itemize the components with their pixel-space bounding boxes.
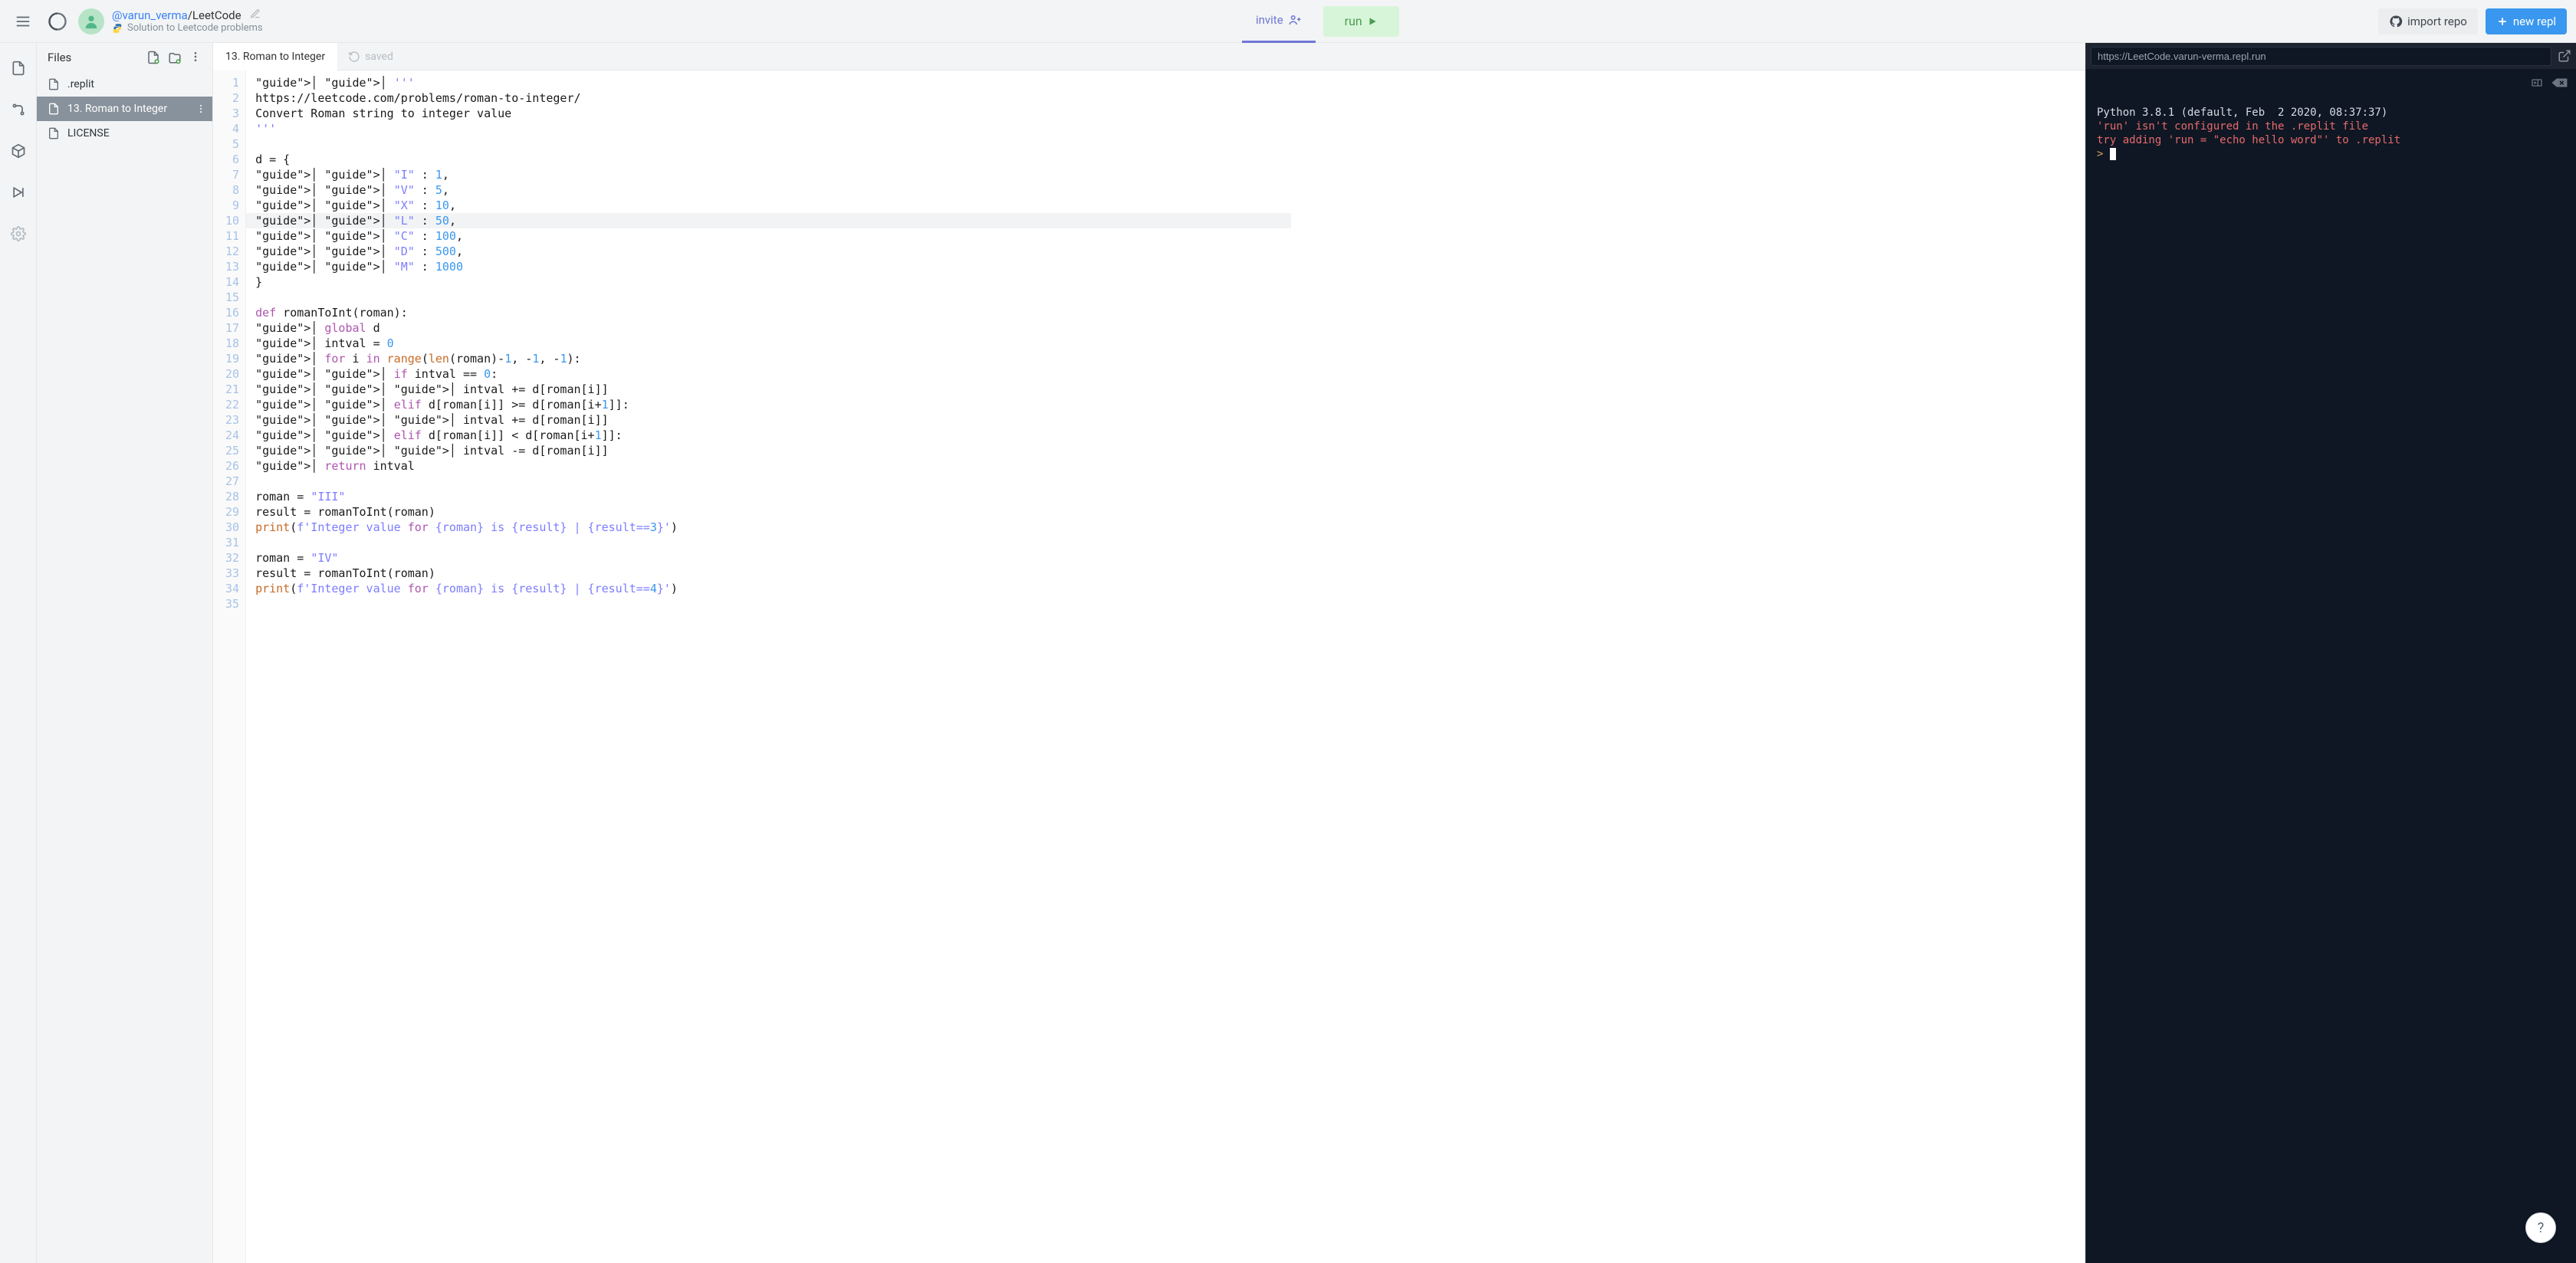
packages-icon[interactable] [7, 139, 30, 162]
console-open-icon[interactable] [2530, 77, 2544, 89]
open-external-icon[interactable] [2558, 49, 2571, 63]
console-clear-icon[interactable] [2551, 77, 2568, 89]
settings-icon[interactable] [7, 222, 30, 245]
file-icon [48, 103, 60, 115]
replit-logo[interactable] [44, 8, 71, 34]
plus-icon [2496, 15, 2509, 28]
left-rail [0, 43, 37, 1263]
debugger-icon[interactable] [7, 181, 30, 204]
console-url-bar [2086, 43, 2576, 69]
project-name: LeetCode [192, 8, 242, 22]
file-list: .replit 13. Roman to Integer LICENSE [37, 72, 212, 1263]
new-file-icon[interactable] [146, 51, 160, 64]
help-button[interactable]: ? [2525, 1212, 2556, 1243]
import-repo-button[interactable]: import repo [2378, 8, 2478, 34]
files-title: Files [48, 51, 71, 64]
file-item-roman[interactable]: 13. Roman to Integer [37, 97, 212, 121]
header: @varun_verma/LeetCode Solution to Leetco… [0, 0, 2576, 43]
pencil-icon[interactable] [250, 8, 261, 22]
saved-status: saved [337, 51, 404, 63]
console-cursor [2110, 148, 2116, 160]
files-sidebar: Files .replit 13. Roman to Integer [37, 43, 213, 1263]
project-subtitle: Solution to Leetcode problems [127, 22, 263, 34]
play-icon [1367, 16, 1378, 27]
new-repl-button[interactable]: new repl [2486, 8, 2567, 34]
project-title-block: @varun_verma/LeetCode Solution to Leetco… [112, 8, 263, 34]
console-pane: Python 3.8.1 (default, Feb 2 2020, 08:37… [2085, 43, 2576, 1263]
code-body[interactable]: "guide">│ "guide">│ ''' https://leetcode… [246, 71, 687, 1263]
new-folder-icon[interactable] [168, 51, 182, 64]
version-control-icon[interactable] [7, 98, 30, 121]
file-icon [48, 127, 60, 139]
file-icon [48, 78, 60, 90]
author-link[interactable]: @varun_verma [112, 8, 188, 22]
line-gutter: 1234567891011121314151617181920212223242… [213, 71, 246, 1263]
console-url-input[interactable] [2091, 47, 2551, 66]
github-icon [2389, 15, 2403, 28]
invite-button[interactable]: invite [1242, 0, 1316, 43]
avatar[interactable] [78, 8, 104, 34]
editor-pane: 13. Roman to Integer saved 1234567891011… [213, 43, 2085, 1263]
console-output[interactable]: Python 3.8.1 (default, Feb 2 2020, 08:37… [2086, 69, 2576, 1263]
python-icon [112, 23, 123, 34]
hamburger-icon[interactable] [9, 8, 37, 35]
file-menu-icon[interactable] [196, 103, 206, 114]
files-icon[interactable] [7, 57, 30, 80]
invite-icon [1288, 13, 1302, 27]
run-button[interactable]: run [1323, 6, 1399, 37]
file-item-license[interactable]: LICENSE [37, 121, 212, 146]
code-editor[interactable]: 1234567891011121314151617181920212223242… [213, 71, 2085, 1263]
editor-tab[interactable]: 13. Roman to Integer [213, 43, 337, 71]
file-item-replit[interactable]: .replit [37, 72, 212, 97]
editor-tabs: 13. Roman to Integer saved [213, 43, 2085, 71]
history-icon [348, 51, 360, 63]
more-icon[interactable] [189, 51, 202, 64]
